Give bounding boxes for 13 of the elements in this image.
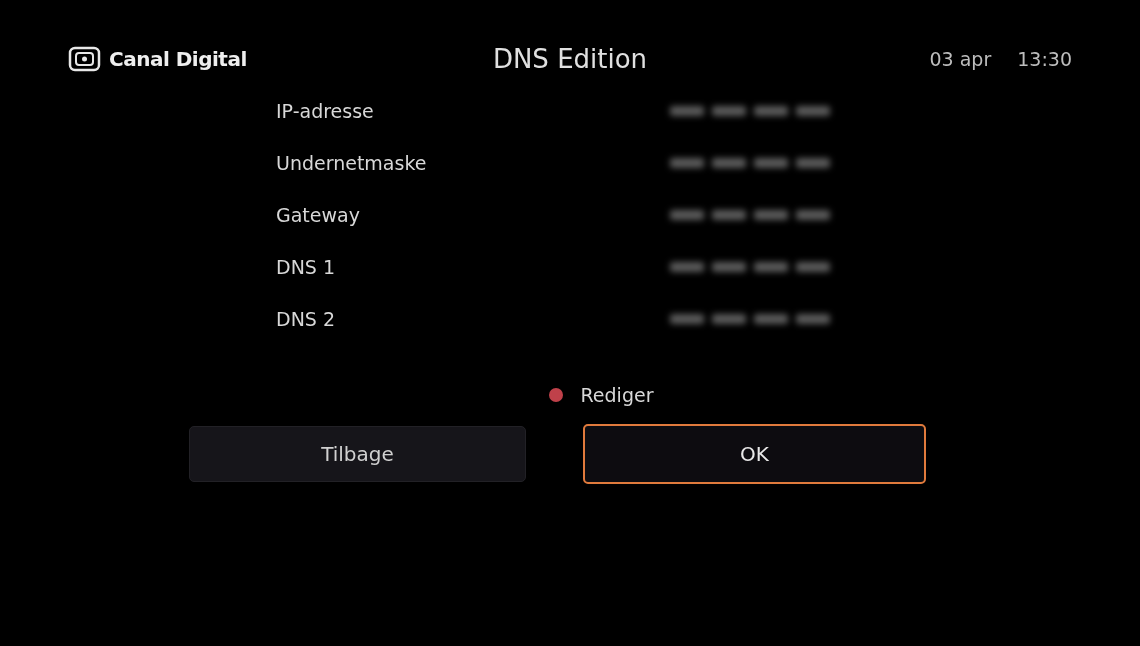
- field-label: Undernetmaske: [276, 150, 428, 176]
- field-label: Gateway: [276, 202, 361, 228]
- dialog-button[interactable]: Tilbage: [189, 425, 526, 482]
- dialog-button[interactable]: OK: [583, 423, 926, 484]
- brand-logo: Canal Digital: [109, 46, 247, 73]
- tv-logo-icon: [68, 46, 101, 72]
- field-label: DNS 2: [276, 306, 337, 332]
- field-label: DNS 1: [276, 254, 337, 280]
- clock: 13:30: [1017, 46, 1072, 72]
- date: 03 apr: [929, 46, 992, 72]
- screen-title: DNS Edition: [492, 42, 648, 76]
- edit-hint: Rediger: [580, 383, 654, 408]
- field-label: IP-adresse: [276, 98, 375, 124]
